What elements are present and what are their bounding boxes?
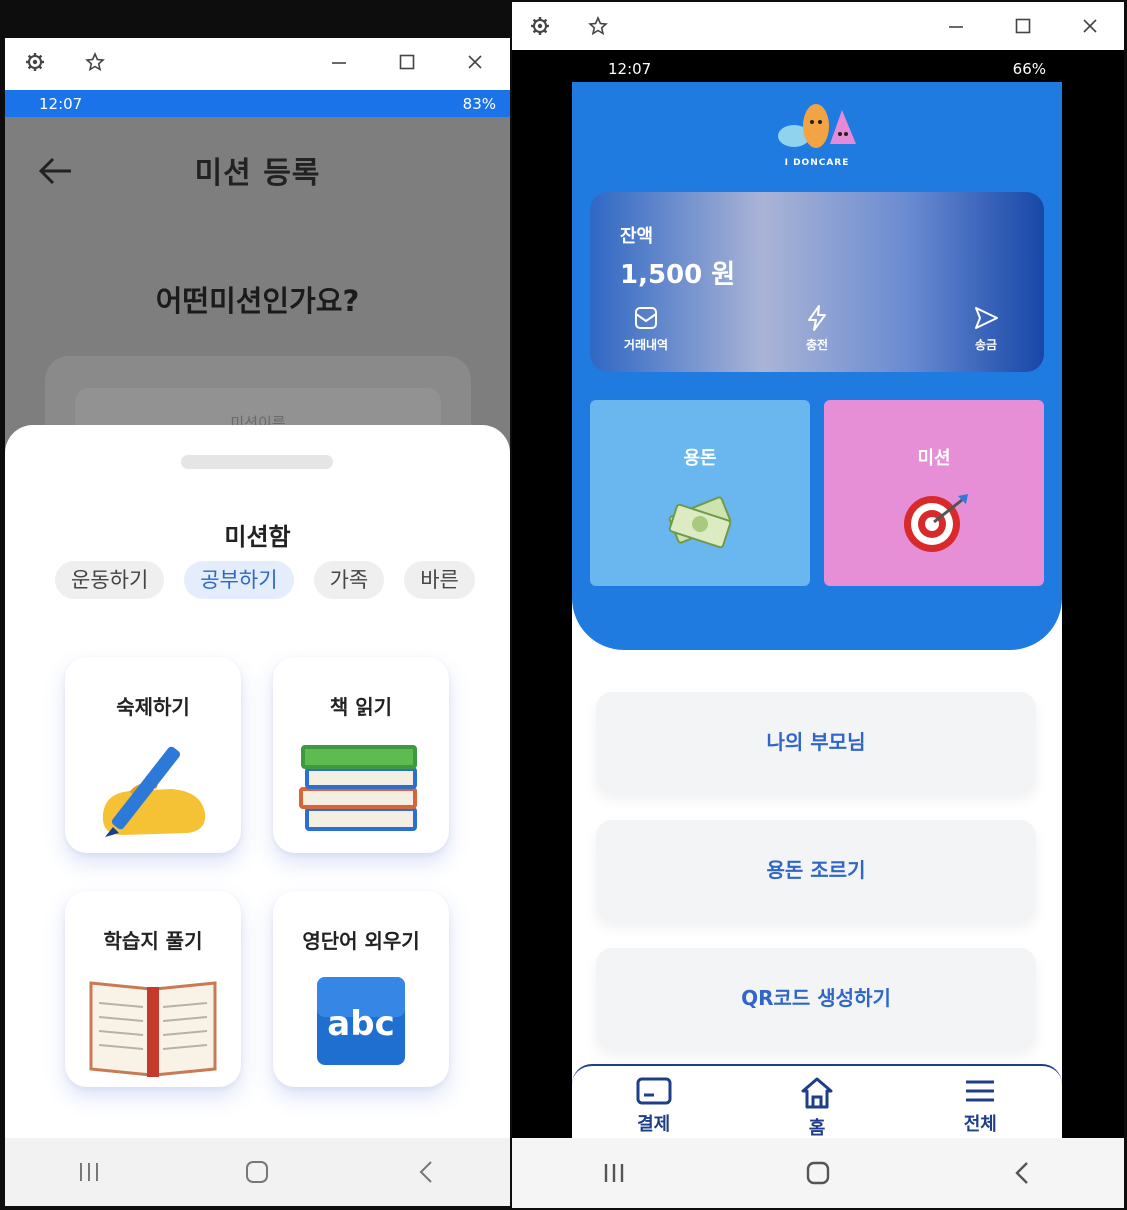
status-bar: 12:07 66%: [512, 55, 1124, 83]
recent-apps-icon[interactable]: [584, 1153, 644, 1193]
close-icon[interactable]: [461, 48, 489, 76]
balance-card: 잔액 1,500 원 거래내역 충전 송금: [590, 192, 1044, 372]
status-battery: 83%: [462, 95, 496, 113]
mission-card-label: 숙제하기: [116, 695, 190, 719]
target-icon: [904, 494, 968, 552]
status-time: 12:07: [39, 95, 83, 113]
left-window-titlebar: [5, 38, 510, 86]
logo-text: I DONCARE: [784, 158, 850, 168]
abc-icon: abc: [317, 977, 405, 1065]
lightning-icon: [808, 305, 826, 331]
mission-card-label: 영단어 외우기: [302, 929, 420, 953]
android-nav-bar: [512, 1138, 1124, 1208]
app-logo: I DONCARE: [772, 98, 862, 168]
settings-icon[interactable]: [526, 12, 554, 40]
status-bar: 12:07 83%: [5, 90, 510, 118]
left-mirror-window: 12:07 83% 미션 등록 어떤미션인가요? 미션이름 미션함 운동하기 공부…: [5, 38, 510, 1206]
action-label: 거래내역: [623, 338, 669, 352]
status-time: 12:07: [608, 60, 652, 78]
tile-label: 미션: [917, 448, 951, 469]
sheet-drag-handle[interactable]: [181, 455, 333, 469]
chip-family[interactable]: 가족: [313, 561, 385, 599]
writing-hand-icon: [102, 746, 206, 837]
mission-question: 어떤미션인가요?: [155, 284, 360, 318]
chip-manners[interactable]: 바른: [404, 561, 475, 599]
send-money-button[interactable]: 송금: [946, 304, 1026, 353]
minimize-icon[interactable]: [325, 48, 353, 76]
home-icon: [801, 1077, 833, 1109]
qr-code-button[interactable]: QR코드 생성하기: [596, 948, 1036, 1048]
maximize-icon[interactable]: [393, 48, 421, 76]
allowance-tile[interactable]: 용돈: [590, 400, 810, 586]
mission-card-homework[interactable]: 숙제하기: [65, 657, 241, 853]
screen: 12:07 83% 미션 등록 어떤미션인가요? 미션이름 미션함 운동하기 공부…: [0, 0, 1127, 1210]
home-icon[interactable]: [788, 1153, 848, 1193]
action-label: 충전: [805, 338, 829, 352]
back-icon[interactable]: [396, 1152, 456, 1192]
category-chips: 운동하기 공부하기 가족 바른: [55, 561, 510, 601]
mission-card-vocabulary[interactable]: 영단어 외우기 abc: [273, 891, 449, 1087]
mission-card-reading[interactable]: 책 읽기: [273, 657, 449, 853]
pin-star-icon[interactable]: [584, 12, 612, 40]
transaction-history-button[interactable]: 거래내역: [606, 304, 686, 353]
tab-payment[interactable]: 결제: [609, 1076, 699, 1136]
chip-exercise[interactable]: 운동하기: [55, 561, 165, 599]
mission-card-label: 학습지 풀기: [103, 929, 203, 953]
balance-label: 잔액: [620, 226, 654, 247]
send-icon: [975, 307, 998, 329]
status-battery: 66%: [1012, 60, 1046, 78]
mission-card-label: 책 읽기: [329, 695, 393, 719]
tab-label: 결제: [637, 1114, 671, 1135]
menu-icon: [966, 1080, 995, 1102]
tab-label: 전체: [963, 1114, 997, 1135]
logo-mascots-icon: [778, 104, 856, 148]
close-icon[interactable]: [1076, 12, 1104, 40]
doncare-home-screen: I DONCARE 잔액 1,500 원 거래내역 충전 송금 용돈 미션 나의…: [572, 82, 1062, 1140]
mission-card-worksheet[interactable]: 학습지 풀기: [65, 891, 241, 1087]
home-icon[interactable]: [227, 1152, 287, 1192]
action-label: 송금: [974, 338, 998, 352]
right-window-titlebar: [512, 2, 1124, 50]
right-mirror-window: 12:07 66% I DONCARE 잔액 1,500 원 거래내역 충전 송…: [512, 2, 1124, 1208]
charge-button[interactable]: 충전: [777, 304, 857, 353]
tile-label: 용돈: [683, 448, 717, 469]
bottom-tab-bar: 결제 홈 전체: [572, 1064, 1062, 1140]
maximize-icon[interactable]: [1009, 12, 1037, 40]
minimize-icon[interactable]: [942, 12, 970, 40]
page-title: 미션 등록: [194, 156, 321, 191]
mission-tile[interactable]: 미션: [824, 400, 1044, 586]
svg-text:abc: abc: [327, 1004, 394, 1044]
tab-home[interactable]: 홈: [772, 1076, 862, 1140]
tab-all[interactable]: 전체: [935, 1076, 1025, 1136]
back-icon[interactable]: [992, 1153, 1052, 1193]
mission-bottom-sheet: 미션함 운동하기 공부하기 가족 바른 숙제하기 책 읽기 학습지 풀기 영단어…: [5, 425, 510, 1138]
books-icon: [299, 745, 417, 831]
open-book-icon: [89, 981, 217, 1077]
card-icon: [636, 1077, 672, 1105]
chip-study[interactable]: 공부하기: [184, 561, 294, 599]
blue-header: I DONCARE 잔액 1,500 원 거래내역 충전 송금 용돈 미션: [572, 82, 1062, 650]
settings-icon[interactable]: [21, 48, 49, 76]
money-icon: [668, 496, 732, 549]
my-parents-button[interactable]: 나의 부모님: [596, 692, 1036, 792]
receipt-icon: [635, 307, 657, 329]
android-nav-bar: [5, 1138, 510, 1206]
balance-amount: 1,500 원: [620, 260, 736, 290]
request-allowance-button[interactable]: 용돈 조르기: [596, 820, 1036, 920]
sheet-title: 미션함: [224, 523, 291, 551]
pin-star-icon[interactable]: [81, 48, 109, 76]
tab-label: 홈: [808, 1118, 826, 1139]
recent-apps-icon[interactable]: [59, 1152, 119, 1192]
